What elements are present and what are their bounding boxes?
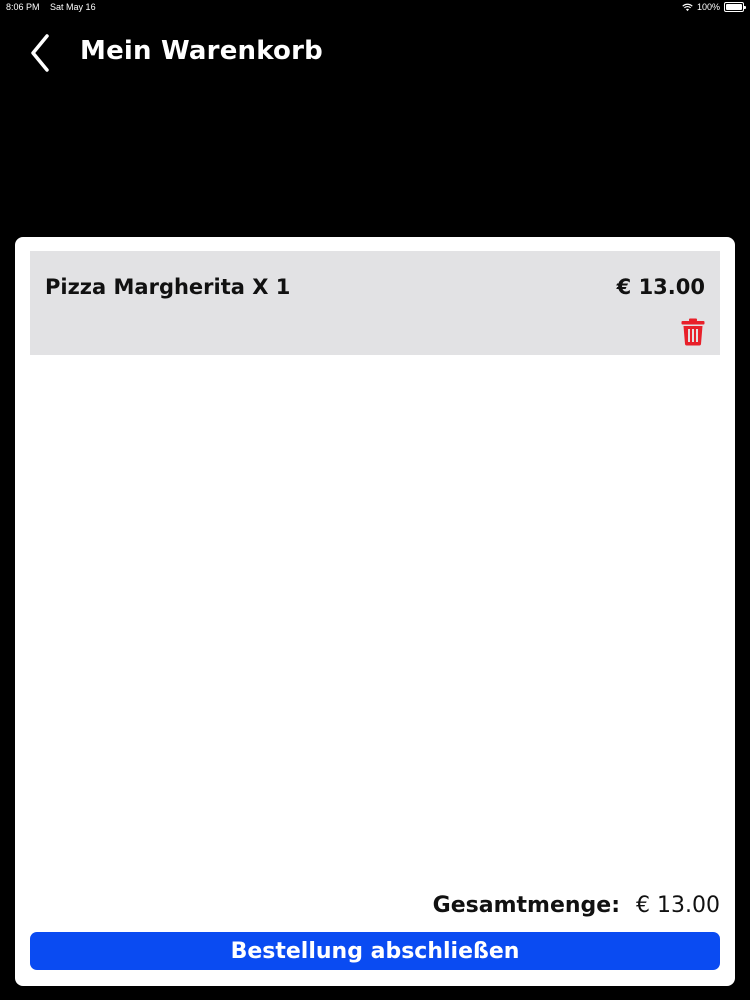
chevron-left-icon [31, 34, 49, 72]
delete-item-button[interactable] [680, 317, 706, 347]
status-right: 100% [682, 2, 746, 12]
status-left: 8:06 PM Sat May 16 [6, 2, 104, 12]
item-price: € 13.00 [616, 275, 705, 299]
total-value: € 13.00 [636, 893, 720, 918]
battery-percent: 100% [696, 2, 720, 12]
cart-item: Pizza Margherita X 1 € 13.00 [30, 251, 720, 355]
total-row: Gesamtmenge: € 13.00 [433, 893, 720, 918]
back-button[interactable] [22, 32, 58, 74]
nav-header: Mein Warenkorb [0, 28, 750, 78]
status-time: 8:06 PM [6, 2, 40, 12]
battery-fill [726, 4, 742, 10]
trash-icon [681, 318, 705, 346]
checkout-button[interactable]: Bestellung abschließen [30, 932, 720, 970]
wifi-icon [682, 3, 693, 11]
item-name: Pizza Margherita X 1 [45, 275, 291, 299]
screen: 8:06 PM Sat May 16 100% Mein Warenkorb P… [0, 0, 750, 1000]
cart-card: Pizza Margherita X 1 € 13.00 Gesamtmenge… [15, 237, 735, 986]
battery-icon [724, 2, 746, 12]
status-date: Sat May 16 [50, 2, 96, 12]
page-title: Mein Warenkorb [80, 36, 323, 66]
status-bar: 8:06 PM Sat May 16 100% [0, 0, 750, 16]
total-label: Gesamtmenge: [432, 893, 621, 918]
